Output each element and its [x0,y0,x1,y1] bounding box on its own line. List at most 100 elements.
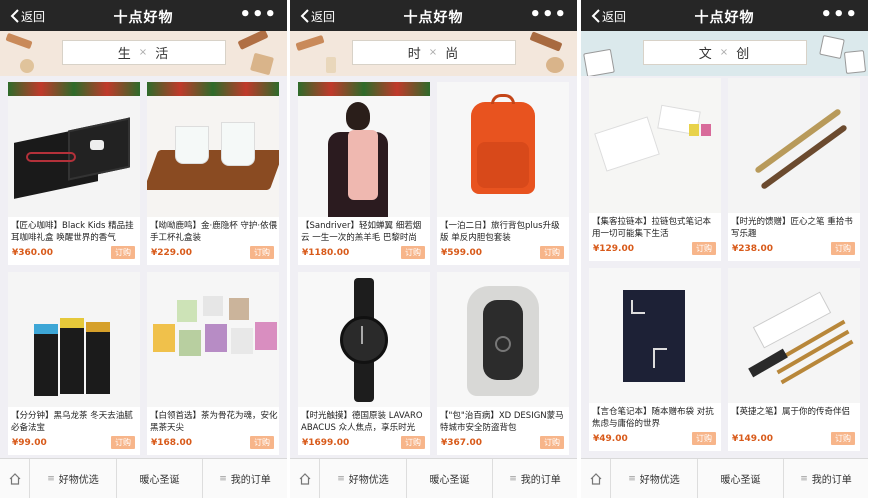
product-price: ¥99.00 [12,438,47,448]
product-price: ¥1699.00 [302,438,350,448]
product-card[interactable]: 【匠心咖啡】Black Kids 精品挂耳咖啡礼盒 唤醒世界的香气 ¥360.0… [8,82,140,265]
phone-screen-fashion: 返回 十点好物 ••• 时 × 尚 【Sandriver】轻如蝉翼 细若烟云 一… [290,0,577,498]
tab-featured[interactable]: ≡ 好物优选 [30,459,117,498]
product-price: ¥149.00 [732,434,773,444]
product-image-black-gift-box [8,82,140,217]
title-bar: 返回 十点好物 ••• [581,0,868,31]
category-banner: 时 × 尚 [290,31,577,76]
more-menu-button[interactable]: ••• [820,4,858,25]
product-image-white-cups-on-tray [147,82,279,217]
product-card[interactable]: 【言仓笔记本】随本赠布袋 对抗焦虑与庸俗的世界 ¥49.00 订购 [589,268,721,451]
product-image-woman-with-scarf [298,82,430,217]
category-label: 生 × 活 [62,40,226,65]
home-icon [590,472,601,485]
home-tab[interactable] [290,459,320,498]
tab-my-orders[interactable]: ≡ 我的订单 [203,459,287,498]
menu-lines-icon: ≡ [628,473,636,484]
product-card[interactable]: 【时光的馈赠】匠心之笔 重拾书写乐趣 ¥238.00 订购 [728,78,860,261]
title-bar: 返回 十点好物 ••• [0,0,287,31]
product-price: ¥49.00 [593,434,628,444]
product-image-orange-backpack [437,82,569,217]
title-bar: 返回 十点好物 ••• [290,0,577,31]
category-label: 文 × 创 [643,40,807,65]
product-card[interactable]: 【分分钟】黑乌龙茶 冬天去油腻必备法宝 ¥99.00 订购 [8,272,140,455]
bottom-tab-bar: ≡ 好物优选 暖心圣诞 ≡ 我的订单 [581,458,868,498]
more-menu-button[interactable]: ••• [529,4,567,25]
product-description: 【分分钟】黑乌龙茶 冬天去油腻必备法宝 [11,411,133,433]
category-label: 时 × 尚 [352,40,516,65]
order-button[interactable]: 订购 [692,242,716,255]
order-button[interactable]: 订购 [250,246,274,259]
product-card[interactable]: 【"包"治百病】XD DESIGN蒙马特城市安全防盗背包 ¥367.00 订购 [437,272,569,455]
order-button[interactable]: 订购 [540,246,564,259]
product-card[interactable]: 【集客拉链本】拉链包式笔记本 用一切可能集下生活 ¥129.00 订购 [589,78,721,261]
home-tab[interactable] [0,459,30,498]
product-image-pen-set-box [728,268,860,403]
product-card[interactable]: 【白领首选】茶为骨花为魂，安化黑茶天尖 ¥168.00 订购 [147,272,279,455]
menu-lines-icon: ≡ [337,473,345,484]
product-description: 【集客拉链本】拉链包式笔记本 用一切可能集下生活 [592,217,712,239]
home-icon [9,472,20,485]
tab-christmas[interactable]: 暖心圣诞 [698,459,784,498]
tab-christmas[interactable]: 暖心圣诞 [117,459,203,498]
product-price: ¥238.00 [732,244,773,254]
category-banner: 文 × 创 [581,31,868,76]
product-card[interactable]: 【时光触摸】德国原装 LAVARO ABACUS 众人焦点，享乐时光 ¥1699… [298,272,430,455]
product-description: 【时光的馈赠】匠心之笔 重拾书写乐趣 [731,217,853,239]
product-price: ¥599.00 [441,248,482,258]
menu-lines-icon: ≡ [219,473,227,484]
product-image-white-notebook-set [589,78,721,213]
product-description: 【Sandriver】轻如蝉翼 细若烟云 一生一次的羔羊毛 巴黎时尚 [301,221,422,243]
order-button[interactable]: 订购 [111,246,135,259]
order-button[interactable]: 订购 [401,436,425,449]
product-price: ¥229.00 [151,248,192,258]
product-description: 【匠心咖啡】Black Kids 精品挂耳咖啡礼盒 唤醒世界的香气 [11,221,134,243]
tab-my-orders[interactable]: ≡ 我的订单 [784,459,868,498]
tab-christmas[interactable]: 暖心圣诞 [407,459,493,498]
product-card[interactable]: 【一泊二日】旅行背包plus升级版 单反内胆包套装 ¥599.00 订购 [437,82,569,265]
product-price: ¥168.00 [151,438,192,448]
category-banner: 生 × 活 [0,31,287,76]
order-button[interactable]: 订购 [401,246,425,259]
order-button[interactable]: 订购 [831,242,855,255]
bottom-tab-bar: ≡ 好物优选 暖心圣诞 ≡ 我的订单 [290,458,577,498]
order-button[interactable]: 订购 [831,432,855,445]
product-card[interactable]: 【Sandriver】轻如蝉翼 细若烟云 一生一次的羔羊毛 巴黎时尚 ¥1180… [298,82,430,265]
product-description: 【言仓笔记本】随本赠布袋 对抗焦虑与庸俗的世界 [592,407,714,429]
product-card[interactable]: 【呦呦鹿鸣】金·鹿隐杯 守护·依偎 手工杯礼盒装 ¥229.00 订购 [147,82,279,265]
phone-screen-life: 返回 十点好物 ••• 生 × 活 【匠心咖啡】Black Kids 精品挂耳咖… [0,0,287,498]
phone-screen-creative: 返回 十点好物 ••• 文 × 创 【集客拉链本】拉链包式笔记本 用一切可能集下… [581,0,868,498]
product-description: 【呦呦鹿鸣】金·鹿隐杯 守护·依偎 手工杯礼盒装 [150,221,278,243]
product-image-gold-pens [728,78,860,213]
product-price: ¥367.00 [441,438,482,448]
screenshot-collage: 返回 十点好物 ••• 生 × 活 【匠心咖啡】Black Kids 精品挂耳咖… [0,0,869,498]
menu-lines-icon: ≡ [509,473,517,484]
order-button[interactable]: 订购 [111,436,135,449]
home-icon [299,472,310,485]
product-image-grey-backpack [437,272,569,407]
menu-lines-icon: ≡ [800,473,808,484]
menu-lines-icon: ≡ [47,473,55,484]
product-image-pastel-tea-boxes [147,272,279,407]
more-menu-button[interactable]: ••• [239,4,277,25]
product-price: ¥1180.00 [302,248,350,258]
product-description: 【"包"治百病】XD DESIGN蒙马特城市安全防盗背包 [440,411,564,433]
product-description: 【时光触摸】德国原装 LAVARO ABACUS 众人焦点，享乐时光 [301,411,423,433]
order-button[interactable]: 订购 [692,432,716,445]
order-button[interactable]: 订购 [250,436,274,449]
tab-featured[interactable]: ≡ 好物优选 [611,459,698,498]
product-price: ¥360.00 [12,248,53,258]
bottom-tab-bar: ≡ 好物优选 暖心圣诞 ≡ 我的订单 [0,458,287,498]
home-tab[interactable] [581,459,611,498]
product-description: 【一泊二日】旅行背包plus升级版 单反内胆包套装 [440,221,560,243]
tab-my-orders[interactable]: ≡ 我的订单 [493,459,577,498]
order-button[interactable]: 订购 [540,436,564,449]
product-card[interactable]: 【英捷之笔】属于你的传奇伴侣 ¥149.00 订购 [728,268,860,451]
product-description: 【英捷之笔】属于你的传奇伴侣 [731,407,851,417]
product-image-black-watch [298,272,430,407]
product-image-tea-boxes [8,272,140,407]
product-description: 【白领首选】茶为骨花为魂，安化黑茶天尖 [150,411,278,433]
product-price: ¥129.00 [593,244,634,254]
product-image-dark-notebook [589,268,721,403]
tab-featured[interactable]: ≡ 好物优选 [320,459,407,498]
